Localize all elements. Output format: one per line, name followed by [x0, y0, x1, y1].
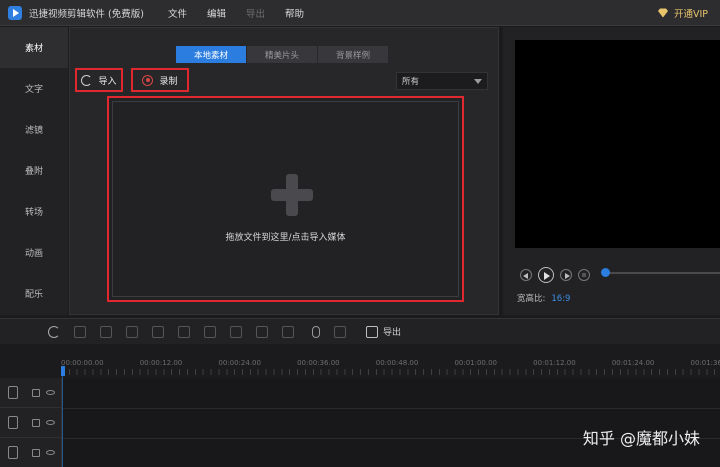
preview-panel: 宽高比: 16:9: [503, 27, 720, 315]
aspect-ratio-value[interactable]: 16:9: [551, 294, 570, 304]
speed-icon[interactable]: [230, 325, 242, 338]
ruler-tick-label: 00:01:36.00: [690, 359, 720, 367]
eye-icon[interactable]: [46, 450, 55, 455]
ruler-tick-label: 00:01:24.00: [611, 359, 655, 367]
screenshot-icon[interactable]: [256, 325, 268, 338]
overlay-track-icon: [8, 416, 18, 429]
filter-value: 所有: [402, 77, 420, 87]
play-icon[interactable]: [538, 267, 554, 283]
title-bar: 迅捷视频剪辑软件 (免费版) 文件 编辑 导出 帮助 开通VIP: [0, 0, 720, 26]
sidebar-item-transitions[interactable]: 转场: [0, 191, 68, 232]
import-button[interactable]: 导入: [75, 68, 123, 92]
import-label: 导入: [98, 76, 117, 87]
playback-progress-knob[interactable]: [601, 268, 610, 277]
app-title: 迅捷视频剪辑软件 (免费版): [29, 8, 144, 20]
playback-controls: [520, 267, 596, 283]
menu-export[interactable]: 导出: [246, 6, 265, 20]
lock-icon[interactable]: [32, 388, 40, 397]
text-track-icon: [8, 446, 18, 459]
menu-bar: 文件 编辑 导出 帮助: [168, 6, 324, 20]
ruler-tick-label: 00:00:36.00: [297, 359, 340, 367]
track-headers: [0, 378, 62, 467]
menu-edit[interactable]: 编辑: [207, 6, 226, 20]
record-label: 录制: [159, 76, 178, 87]
edit-toolbar: 导出: [0, 318, 720, 344]
playhead-line: [62, 374, 63, 467]
watermark: 知乎 @魔都小妹: [582, 429, 700, 448]
video-track-icon: [8, 386, 18, 399]
track-header-overlay: [0, 408, 61, 438]
sidebar-item-text[interactable]: 文字: [0, 68, 68, 109]
sidebar-item-media[interactable]: 素材: [0, 27, 68, 68]
lock-icon[interactable]: [32, 448, 40, 457]
plus-icon: [271, 174, 313, 216]
media-filter-select[interactable]: 所有: [396, 72, 488, 90]
drop-hint: 拖放文件到这里/点击导入媒体: [225, 233, 346, 243]
rotate-icon[interactable]: [204, 325, 216, 338]
ruler-tick-label: 00:00:12.00: [139, 359, 183, 367]
eye-icon[interactable]: [46, 390, 55, 395]
diamond-icon: [657, 8, 668, 18]
export-button[interactable]: 导出: [383, 325, 401, 338]
redo-icon[interactable]: [74, 325, 86, 338]
ruler-tick-label: 00:00:00.00: [61, 359, 104, 367]
undo-icon[interactable]: [48, 325, 60, 338]
prev-frame-icon[interactable]: [520, 269, 532, 281]
ruler-tick-label: 00:01:00.00: [454, 359, 498, 367]
ruler-tick-label: 00:01:12.00: [533, 359, 576, 367]
vip-button[interactable]: 开通VIP: [657, 6, 708, 20]
media-tabs: 本地素材 精美片头 背景样例: [176, 46, 389, 63]
dropzone-inner: 拖放文件到这里/点击导入媒体: [112, 101, 459, 297]
export-icon[interactable]: [366, 325, 378, 338]
track-divider: [63, 408, 720, 409]
ruler-tick-label: 00:00:48.00: [375, 359, 419, 367]
sidebar-item-music[interactable]: 配乐: [0, 273, 68, 314]
aspect-ratio: 宽高比: 16:9: [517, 292, 570, 304]
import-icon: [81, 74, 93, 86]
sidebar-item-animations[interactable]: 动画: [0, 232, 68, 273]
vip-label: 开通VIP: [673, 9, 708, 20]
tab-intros[interactable]: 精美片头: [247, 46, 317, 63]
stop-icon[interactable]: [578, 269, 590, 281]
eye-icon[interactable]: [46, 420, 55, 425]
timeline-tracks[interactable]: [63, 378, 720, 467]
next-frame-icon[interactable]: [560, 269, 572, 281]
menu-file[interactable]: 文件: [168, 6, 187, 20]
record-button[interactable]: 录制: [131, 68, 189, 92]
mosaic-icon[interactable]: [282, 325, 294, 338]
media-dropzone[interactable]: 拖放文件到这里/点击导入媒体: [107, 96, 464, 302]
microphone-icon[interactable]: [312, 325, 320, 338]
record-icon: [142, 74, 154, 86]
aspect-ratio-label: 宽高比:: [517, 294, 546, 304]
tab-backgrounds[interactable]: 背景样例: [318, 46, 388, 63]
chevron-down-icon: [474, 79, 482, 84]
track-header-text: [0, 438, 61, 467]
ruler-ticks: [61, 369, 720, 375]
sidebar-item-overlays[interactable]: 叠附: [0, 150, 68, 191]
media-panel: 本地素材 精美片头 背景样例 导入 录制 所有 拖放文件到这里/点击导入媒体: [69, 27, 499, 315]
tab-local-media[interactable]: 本地素材: [176, 46, 246, 63]
sidebar: 素材 文字 滤镜 叠附 转场 动画 配乐: [0, 27, 68, 315]
edit-icon[interactable]: [100, 325, 112, 338]
split-icon[interactable]: [152, 325, 164, 338]
ruler-tick-labels: 00:00:00.00 00:00:12.00 00:00:24.00 00:0…: [61, 359, 720, 367]
track-header-video: [0, 378, 61, 408]
app-logo-icon: [8, 5, 22, 20]
voiceover-icon[interactable]: [334, 325, 346, 338]
lock-icon[interactable]: [32, 418, 40, 427]
menu-help[interactable]: 帮助: [285, 6, 304, 20]
ruler-tick-label: 00:00:24.00: [218, 359, 261, 367]
delete-icon[interactable]: [126, 325, 138, 338]
playback-progress-track[interactable]: [603, 272, 720, 274]
timeline-ruler[interactable]: 00:00:00.00 00:00:12.00 00:00:24.00 00:0…: [0, 345, 720, 375]
crop-icon[interactable]: [178, 325, 190, 338]
video-preview: [515, 40, 720, 248]
sidebar-item-filters[interactable]: 滤镜: [0, 109, 68, 150]
